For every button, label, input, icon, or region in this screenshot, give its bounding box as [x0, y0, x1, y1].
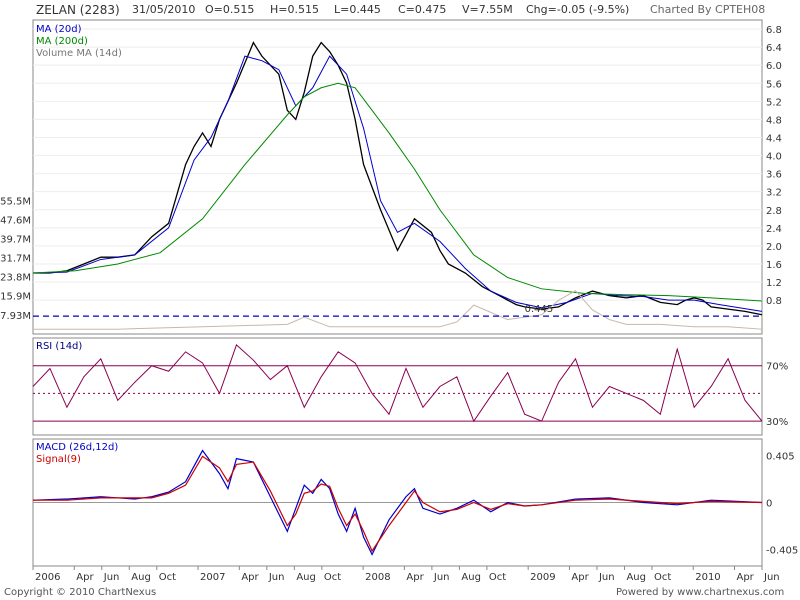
price-y-tick-label: 5.6 [766, 79, 782, 90]
rsi-level-label: 70% [766, 362, 788, 373]
volume-y-tick-label: 39.7M [0, 234, 31, 245]
volume-y-tick-label: 47.6M [0, 215, 31, 226]
x-tick-label: Apr [241, 572, 259, 583]
x-tick-label: Jun [268, 572, 285, 583]
volume-ma-series-line [33, 290, 763, 330]
x-tick-label: Oct [654, 572, 671, 583]
macd-y-tick-label: 0.405 [766, 452, 795, 463]
x-tick-label: Apr [736, 572, 754, 583]
x-tick-label: Apr [76, 572, 94, 583]
price-y-tick-label: 1.2 [766, 278, 782, 289]
price-legend-entry: Volume MA (14d) [36, 48, 122, 59]
x-tick-label: 2007 [200, 572, 225, 583]
price-legend-entry: MA (200d) [36, 36, 88, 47]
price-y-tick-label: 4.0 [766, 152, 782, 163]
price-y-tick-label: 6.0 [766, 61, 782, 72]
x-tick-label: 2006 [35, 572, 60, 583]
volume-y-tick-label: 15.9M [0, 292, 31, 303]
volume-y-tick-label: 7.93M [0, 311, 31, 322]
price-y-tick-label: 0.8 [766, 296, 782, 307]
stock-chart: 6.8 6.4 6.0 5.6 5.2 4.8 4.4 4.0 3.6 3.2 2.8 2.4 2.0 1… [0, 19, 798, 583]
price-y-tick-label: 2.4 [766, 224, 782, 235]
support-value-label: 0.445 [525, 304, 554, 315]
rsi-series-line [32, 344, 763, 423]
price-y-tick-label: 3.6 [766, 170, 782, 181]
price-legend-entry: MA (20d) [36, 24, 82, 35]
macd-y-tick-label: 0 [766, 499, 772, 510]
price-y-tick-label: 2.0 [766, 242, 782, 253]
price-y-tick-label: 1.6 [766, 260, 782, 271]
price-y-tick-label: 3.2 [766, 188, 782, 199]
x-tick-label: 2009 [530, 572, 555, 583]
price-y-tick-label: 4.8 [766, 115, 782, 126]
price-y-tick-label: 6.8 [766, 25, 782, 36]
macd-y-tick-label: -0.405 [766, 545, 798, 556]
x-tick-label: Aug [296, 572, 316, 583]
chart-footer: Copyright © 2010 ChartNexus Powered by w… [0, 586, 800, 600]
volume-y-tick-label: 31.7M [0, 254, 31, 265]
price-y-tick-label: 6.4 [766, 43, 782, 54]
macd-legend-entry: Signal(9) [36, 454, 81, 465]
x-tick-label: Aug [626, 572, 646, 583]
volume-y-tick-label: 23.8M [0, 273, 31, 284]
rsi-level-label: 30% [766, 417, 788, 428]
rsi-panel-frame [32, 337, 763, 436]
x-tick-label: Oct [159, 572, 176, 583]
price-y-tick-label: 2.8 [766, 206, 782, 217]
price-y-tick-label: 5.2 [766, 97, 782, 108]
powered-by-label: Powered by www.chartnexus.com [616, 587, 785, 598]
x-tick-label: Apr [571, 572, 589, 583]
rsi-legend-entry: RSI (14d) [36, 341, 82, 352]
x-tick-label: Jun [763, 572, 780, 583]
x-tick-label: 2010 [695, 572, 720, 583]
volume-y-tick-label: 55.5M [0, 196, 31, 207]
x-tick-label: Jun [598, 572, 615, 583]
price-y-tick-label: 4.4 [766, 133, 782, 144]
ma20-series-line [32, 55, 763, 312]
price-panel-frame [32, 19, 763, 335]
macd-legend-entry: MACD (26d,12d) [36, 442, 118, 453]
copyright-label: Copyright © 2010 ChartNexus [4, 587, 157, 598]
x-tick-label: Jun [103, 572, 120, 583]
x-tick-label: Aug [131, 572, 151, 583]
x-tick-label: Oct [489, 572, 506, 583]
x-tick-label: Jun [433, 572, 450, 583]
x-tick-label: Aug [461, 572, 481, 583]
x-tick-label: Apr [406, 572, 424, 583]
x-tick-label: Oct [324, 572, 341, 583]
x-tick-label: 2008 [365, 572, 390, 583]
